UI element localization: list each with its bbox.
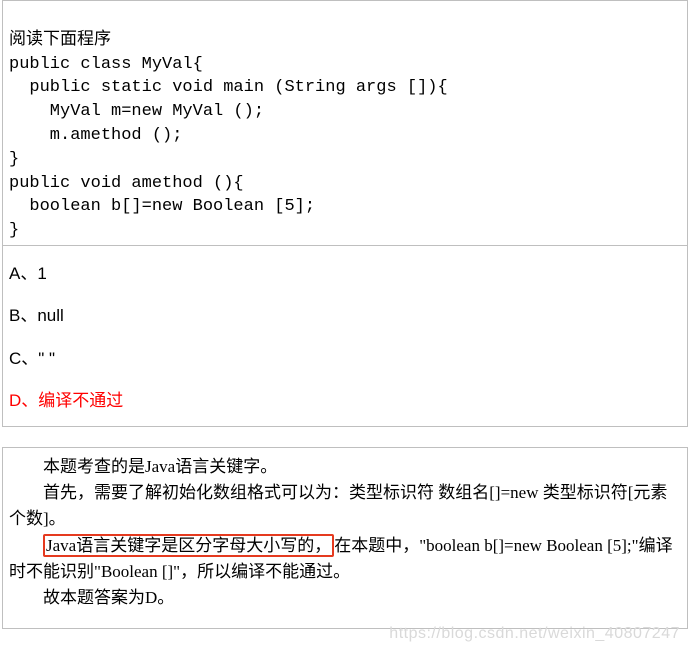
code-line: } (9, 150, 19, 169)
options-box: A、1 B、null C、" " D、编译不通过 (2, 246, 688, 427)
code-line: } (9, 221, 19, 240)
question-intro: 阅读下面程序 (9, 31, 111, 50)
code-line: public static void main (String args [])… (9, 78, 448, 97)
option-c: C、" " (9, 349, 681, 369)
spacer (0, 427, 690, 447)
explanation-line: Java语言关键字是区分字母大小写的，在本题中，"boolean b[]=new… (9, 533, 681, 586)
code-line: public void amethod (){ (9, 174, 244, 193)
code-line: MyVal m=new MyVal (); (9, 102, 264, 121)
code-line: boolean b[]=new Boolean [5]; (9, 197, 315, 216)
code-line: public class MyVal{ (9, 55, 203, 74)
highlight-box: Java语言关键字是区分字母大小写的， (43, 534, 334, 557)
explanation-line: 首先，需要了解初始化数组格式可以为：类型标识符 数组名[]=new 类型标识符[… (9, 480, 681, 533)
question-code-box: 阅读下面程序 public class MyVal{ public static… (2, 0, 688, 246)
option-b: B、null (9, 306, 681, 326)
explanation-line: 故本题答案为D。 (9, 585, 681, 611)
explanation-box: 本题考查的是Java语言关键字。 首先，需要了解初始化数组格式可以为：类型标识符… (2, 447, 688, 629)
option-a: A、1 (9, 264, 681, 284)
explanation-line: 本题考查的是Java语言关键字。 (9, 454, 681, 480)
option-d-correct: D、编译不通过 (9, 391, 681, 411)
code-line: m.amethod (); (9, 126, 182, 145)
